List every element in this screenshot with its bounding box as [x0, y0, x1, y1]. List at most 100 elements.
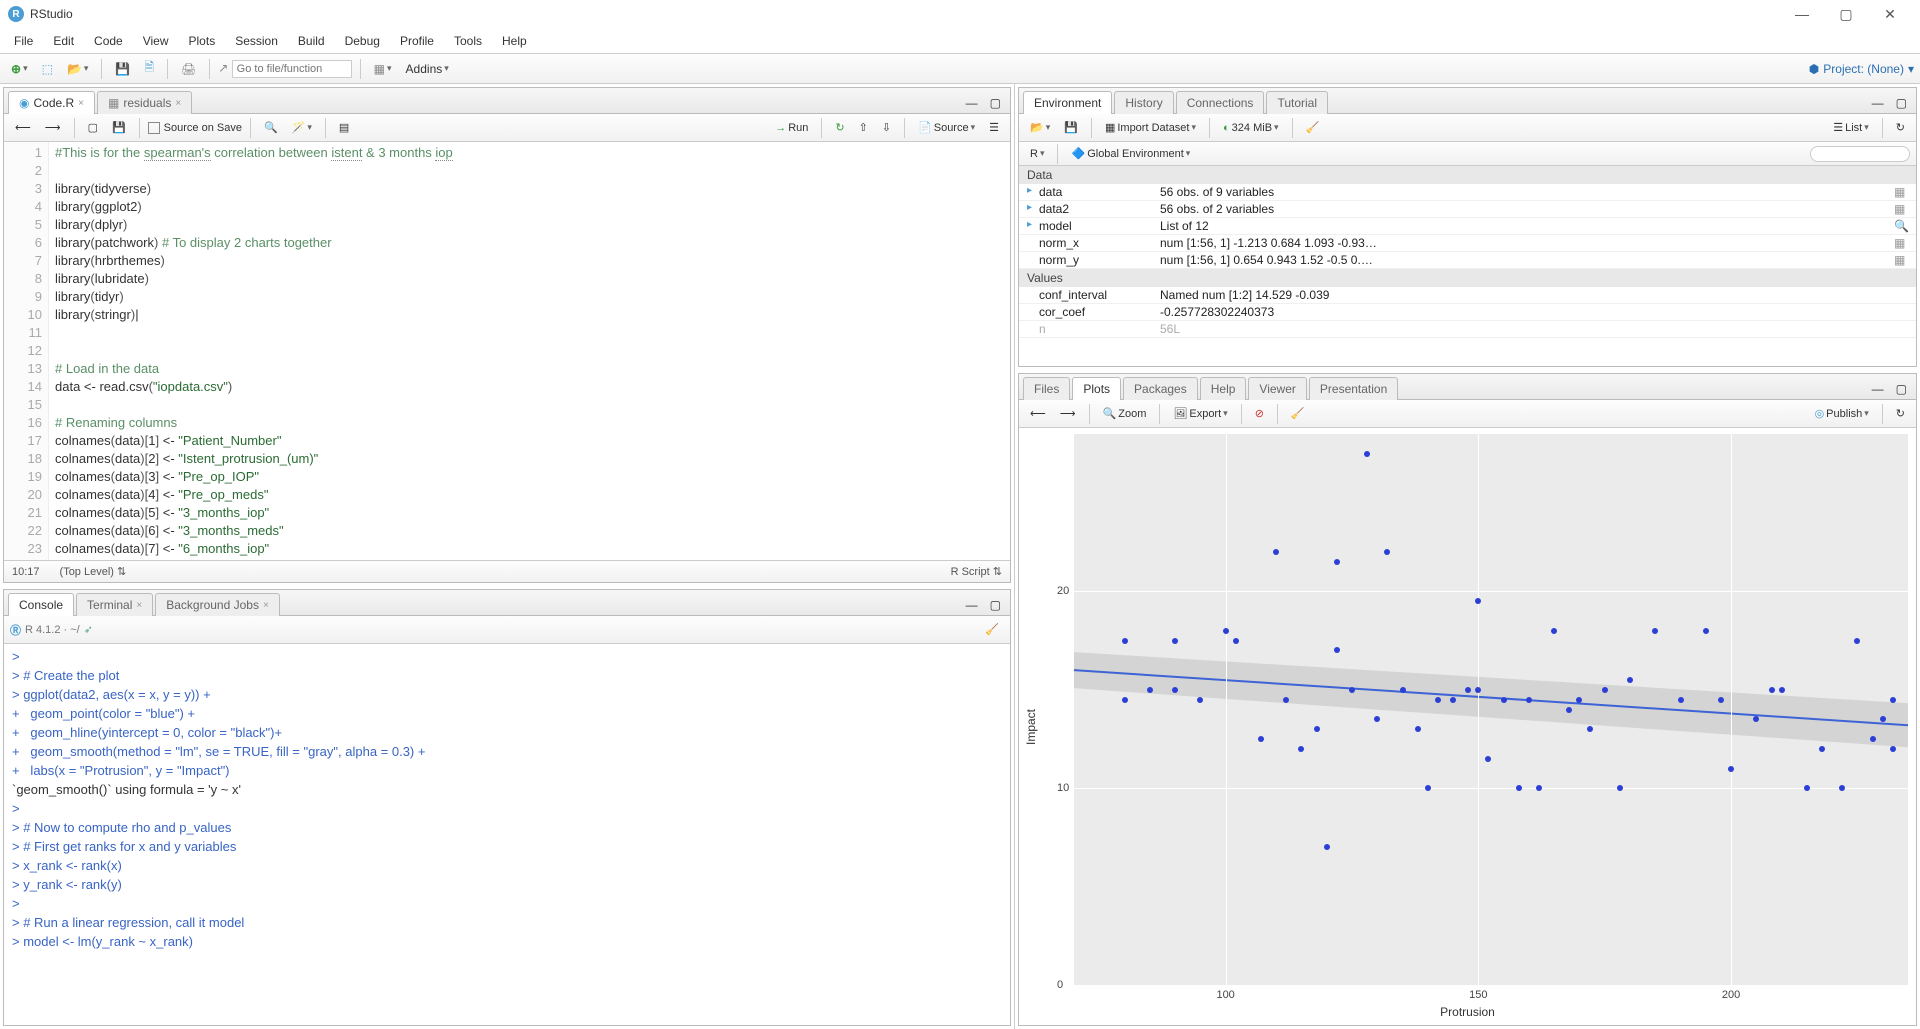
code-tools-button[interactable]: 🪄: [287, 118, 317, 137]
language-selector[interactable]: R: [1025, 145, 1049, 163]
tab-console[interactable]: Console: [8, 593, 74, 616]
tab-presentation[interactable]: Presentation: [1309, 377, 1398, 400]
code-editor[interactable]: 1234567891011121314151617181920212223 #T…: [4, 142, 1010, 560]
filetype-selector[interactable]: R Script ⇅: [951, 565, 1002, 578]
maximize-pane-icon[interactable]: ▢: [985, 93, 1006, 113]
env-row[interactable]: norm_ynum [1:56, 1] 0.654 0.943 1.52 -0.…: [1019, 252, 1916, 269]
menu-debug[interactable]: Debug: [335, 30, 390, 52]
goto-file-input[interactable]: [232, 60, 352, 78]
back-button[interactable]: ⟵: [10, 118, 36, 137]
menu-session[interactable]: Session: [225, 30, 288, 52]
publish-button[interactable]: ◎ Publish: [1810, 404, 1874, 423]
new-file-button[interactable]: ⊕: [6, 59, 33, 79]
env-row[interactable]: data256 obs. of 2 variables▦: [1019, 201, 1916, 218]
clear-console-button[interactable]: 🧹: [980, 620, 1004, 639]
minimize-pane-icon[interactable]: —: [1867, 93, 1889, 113]
session-icon[interactable]: ➶: [84, 623, 93, 636]
project-menu[interactable]: ⬢ Project: (None) ▾: [1809, 62, 1914, 76]
env-variable-list[interactable]: Datadata56 obs. of 9 variables▦data256 o…: [1019, 166, 1916, 366]
open-file-button[interactable]: 📂: [62, 59, 93, 79]
scope-selector[interactable]: (Top Level) ⇅: [60, 565, 127, 578]
close-tab-icon[interactable]: ×: [175, 98, 181, 109]
refresh-button[interactable]: ↻: [1891, 118, 1910, 137]
memory-usage[interactable]: ◐ 324 MiB: [1218, 119, 1284, 137]
export-button[interactable]: 🖼 Export: [1168, 404, 1232, 423]
go-up-button[interactable]: ⇧: [854, 118, 873, 137]
save-workspace-button[interactable]: 💾: [1059, 118, 1083, 137]
save-button[interactable]: 💾: [110, 59, 135, 79]
zoom-button[interactable]: 🔍 Zoom: [1098, 404, 1152, 423]
remove-plot-button[interactable]: ⊘: [1250, 404, 1269, 423]
tab-plots[interactable]: Plots: [1072, 377, 1121, 400]
code-area[interactable]: #This is for the spearman's correlation …: [49, 142, 1010, 560]
menu-profile[interactable]: Profile: [390, 30, 444, 52]
import-dataset-button[interactable]: ▦ Import Dataset: [1100, 118, 1201, 137]
source-button[interactable]: 📄 Source: [913, 118, 980, 137]
load-workspace-button[interactable]: 📂: [1025, 118, 1055, 137]
env-row[interactable]: n56L: [1019, 321, 1916, 338]
outline-button[interactable]: ☰: [984, 118, 1004, 137]
menu-view[interactable]: View: [133, 30, 179, 52]
tab-history[interactable]: History: [1114, 91, 1173, 114]
tab-environment[interactable]: Environment: [1023, 91, 1112, 114]
env-row[interactable]: norm_xnum [1:56, 1] -1.213 0.684 1.093 -…: [1019, 235, 1916, 252]
tab-connections[interactable]: Connections: [1176, 91, 1265, 114]
env-row[interactable]: modelList of 12🔍: [1019, 218, 1916, 235]
close-tab-icon[interactable]: ×: [263, 600, 269, 611]
go-down-button[interactable]: ⇩: [877, 118, 896, 137]
show-in-new-window-button[interactable]: ▢: [83, 118, 103, 137]
view-mode-button[interactable]: ☰ List: [1828, 118, 1874, 137]
minimize-pane-icon[interactable]: —: [1867, 379, 1889, 399]
refresh-plot-button[interactable]: ↻: [1891, 404, 1910, 423]
menu-plots[interactable]: Plots: [179, 30, 226, 52]
new-project-button[interactable]: ⬚: [37, 59, 58, 79]
maximize-pane-icon[interactable]: ▢: [985, 595, 1006, 615]
tools-dropdown[interactable]: ▦: [369, 59, 397, 79]
goto-file-function[interactable]: ↗: [218, 60, 351, 78]
compile-report-button[interactable]: ▤: [334, 118, 354, 137]
tab-tutorial[interactable]: Tutorial: [1266, 91, 1328, 114]
menu-build[interactable]: Build: [288, 30, 335, 52]
find-replace-button[interactable]: 🔍: [259, 118, 283, 137]
menu-edit[interactable]: Edit: [43, 30, 84, 52]
clear-workspace-button[interactable]: 🧹: [1301, 118, 1325, 137]
menu-help[interactable]: Help: [492, 30, 537, 52]
save-file-button[interactable]: 💾: [107, 118, 131, 137]
tab-background-jobs[interactable]: Background Jobs ×: [155, 593, 280, 616]
run-button[interactable]: → Run: [770, 119, 813, 137]
forward-button[interactable]: ⟶: [40, 118, 66, 137]
env-row[interactable]: data56 obs. of 9 variables▦: [1019, 184, 1916, 201]
plot-prev-button[interactable]: ⟵: [1025, 404, 1051, 423]
close-tab-icon[interactable]: ×: [136, 600, 142, 611]
tab-code-r[interactable]: ◉ Code.R ×: [8, 91, 95, 114]
tab-viewer[interactable]: Viewer: [1248, 377, 1306, 400]
maximize-pane-icon[interactable]: ▢: [1891, 379, 1912, 399]
save-all-button[interactable]: 🗎: [139, 55, 159, 82]
console-output[interactable]: > > # Create the plot > ggplot(data2, ae…: [4, 644, 1010, 1025]
clear-all-plots-button[interactable]: 🧹: [1286, 404, 1310, 423]
close-tab-icon[interactable]: ×: [78, 98, 84, 109]
close-button[interactable]: ✕: [1878, 2, 1902, 26]
tab-help[interactable]: Help: [1200, 377, 1247, 400]
minimize-pane-icon[interactable]: —: [961, 93, 983, 113]
maximize-button[interactable]: ▢: [1834, 2, 1858, 26]
print-button[interactable]: 🖨: [176, 59, 201, 79]
source-on-save-checkbox[interactable]: [148, 122, 160, 134]
menu-file[interactable]: File: [4, 30, 43, 52]
env-row[interactable]: cor_coef-0.257728302240373: [1019, 304, 1916, 321]
scope-selector[interactable]: 🔷 Global Environment: [1066, 144, 1195, 163]
env-search-input[interactable]: [1810, 146, 1910, 162]
minimize-button[interactable]: —: [1790, 2, 1814, 26]
env-row[interactable]: conf_intervalNamed num [1:2] 14.529 -0.0…: [1019, 287, 1916, 304]
maximize-pane-icon[interactable]: ▢: [1891, 93, 1912, 113]
plot-next-button[interactable]: ⟶: [1055, 404, 1081, 423]
menu-code[interactable]: Code: [84, 30, 133, 52]
menu-tools[interactable]: Tools: [444, 30, 492, 52]
tab-terminal[interactable]: Terminal ×: [76, 593, 153, 616]
tab-residuals[interactable]: ▦ residuals ×: [97, 91, 192, 114]
minimize-pane-icon[interactable]: —: [961, 595, 983, 615]
addins-button[interactable]: Addins: [401, 59, 454, 79]
rerun-button[interactable]: ↻: [830, 118, 849, 137]
tab-packages[interactable]: Packages: [1123, 377, 1198, 400]
tab-files[interactable]: Files: [1023, 377, 1070, 400]
